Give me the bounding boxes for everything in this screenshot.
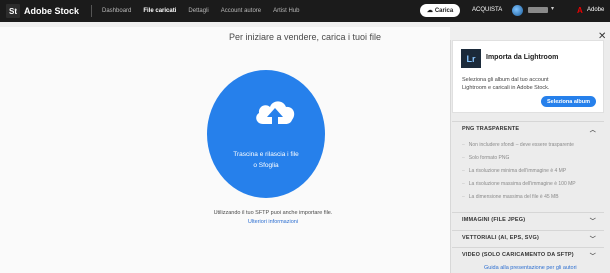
- nav-artist-hub[interactable]: Artist Hub: [273, 8, 299, 14]
- chevron-down-icon[interactable]: ▾: [551, 5, 554, 12]
- section-header-video[interactable]: VIDEO (SOLO CARICAMENTO DA SFTP) ﹀: [452, 247, 604, 261]
- lightroom-logo: Lr: [461, 49, 481, 68]
- lightroom-title: Importa da Lightroom: [486, 54, 559, 61]
- section-header-images[interactable]: IMMAGINI (FILE JPEG) ﹀: [452, 212, 604, 226]
- section-title: VETTORIALI (AI, EPS, SVG): [462, 234, 540, 241]
- contributor-guide-link[interactable]: Guida alla presentazione per gli autori: [484, 265, 577, 271]
- nav-file-caricati[interactable]: File caricati: [143, 8, 176, 14]
- upload-button[interactable]: ☁ Carica: [420, 4, 460, 17]
- divider: [91, 5, 93, 17]
- chevron-down-icon: ﹀: [589, 237, 596, 243]
- section-header-png[interactable]: PNG TRASPARENTE ︿: [452, 121, 604, 135]
- nav-dashboard[interactable]: Dashboard: [102, 8, 131, 14]
- rule-item: – Solo formato PNG: [462, 155, 510, 161]
- rule-item: – La risoluzione massima dell'immagine è …: [462, 181, 576, 187]
- chevron-up-icon: ︿: [589, 128, 596, 134]
- username-redacted[interactable]: [528, 7, 548, 13]
- avatar[interactable]: [512, 5, 523, 16]
- select-album-button[interactable]: Seleziona album: [541, 96, 596, 107]
- cloud-upload-icon: ☁: [426, 8, 433, 14]
- more-info-link[interactable]: Ulteriori informazioni: [200, 219, 346, 225]
- cloud-upload-icon: [256, 101, 295, 129]
- lightroom-description: Seleziona gli album dal tuo account Ligh…: [462, 77, 550, 91]
- acquista-link[interactable]: ACQUISTA: [472, 7, 502, 13]
- browse-link[interactable]: o Sfoglia: [207, 160, 325, 171]
- adobe-logo-icon[interactable]: A: [577, 6, 585, 15]
- nav-dettagli[interactable]: Dettagli: [188, 8, 208, 14]
- sftp-info: Utilizzando il tuo SFTP puoi anche impor…: [213, 210, 333, 216]
- rule-item: – Non includere sfondi – deve essere tras…: [462, 142, 574, 148]
- nav-account-autore[interactable]: Account autore: [221, 8, 261, 14]
- rule-item: – La dimensione massima del file è 45 MB: [462, 194, 559, 200]
- drop-instructions: Trascina e rilascia i file o Sfoglia: [207, 149, 325, 171]
- drop-zone[interactable]: [207, 70, 325, 198]
- section-title: VIDEO (SOLO CARICAMENTO DA SFTP): [462, 251, 574, 258]
- brand-name[interactable]: Adobe Stock: [24, 6, 79, 16]
- chevron-down-icon: ﹀: [589, 219, 596, 225]
- section-title: PNG TRASPARENTE: [462, 125, 520, 132]
- lightroom-card: Lr Importa da Lightroom Seleziona gli al…: [452, 40, 604, 113]
- section-title: IMMAGINI (FILE JPEG): [462, 216, 526, 223]
- adobe-link[interactable]: Adobe: [587, 7, 604, 13]
- chevron-down-icon: ﹀: [589, 254, 596, 260]
- upload-button-label: Carica: [434, 7, 454, 14]
- drop-text: Trascina e rilascia i file: [233, 151, 299, 158]
- rule-item: – La risoluzione minima dell'immagine è 4…: [462, 168, 567, 174]
- stock-logo[interactable]: St: [6, 4, 20, 18]
- section-header-vectors[interactable]: VETTORIALI (AI, EPS, SVG) ﹀: [452, 230, 604, 244]
